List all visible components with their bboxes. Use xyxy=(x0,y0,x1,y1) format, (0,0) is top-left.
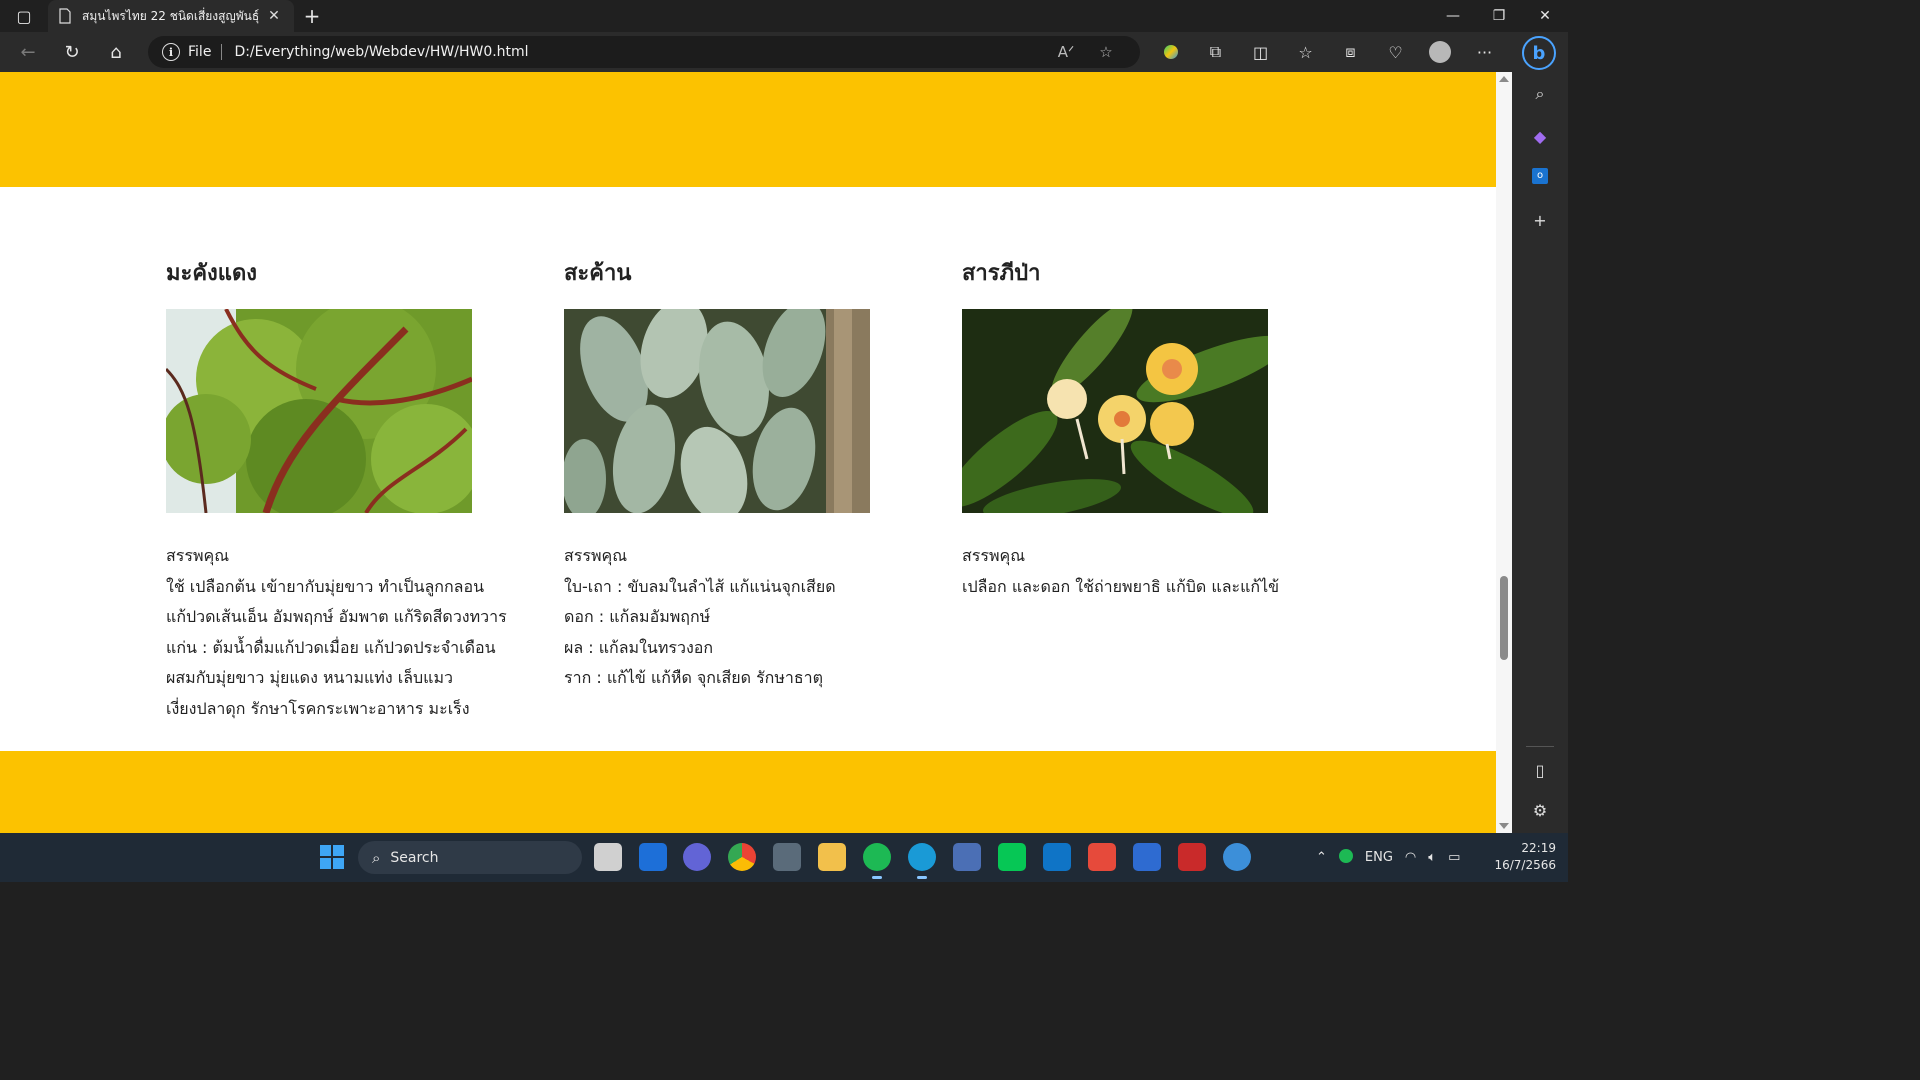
spotify-tray-icon[interactable] xyxy=(1338,848,1353,867)
task-view-icon[interactable] xyxy=(594,843,622,871)
spotify-icon[interactable] xyxy=(863,843,891,879)
close-window-button[interactable]: ✕ xyxy=(1522,0,1568,32)
system-tray: ⌃ ENG ◠ 🔈︎ ▭ xyxy=(1310,833,1466,882)
extension-color-icon[interactable] xyxy=(1148,36,1193,68)
line-icon[interactable] xyxy=(998,843,1026,871)
clock[interactable]: 22:19 16/7/2566 xyxy=(1486,840,1556,874)
battery-icon[interactable]: ▭ xyxy=(1448,850,1460,865)
bing-copilot-icon[interactable]: b xyxy=(1522,36,1556,70)
benefit-heading: สรรพคุณ xyxy=(564,546,628,565)
benefit-line: ใช้ เปลือกต้น เข้ายากับมุ่ยขาว ทำเป็นลูก… xyxy=(166,576,485,596)
document-icon xyxy=(58,8,72,24)
herb-photo xyxy=(166,309,472,513)
herb-photo xyxy=(564,309,870,513)
benefit-line: ราก : แก้ไข้ แก้หืด จุกเสียด รักษาธาตุ xyxy=(564,668,824,687)
refresh-button[interactable]: ↻ xyxy=(50,36,94,68)
benefit-line: ใบ-เถา : ขับลมในลำไส้ แก้แน่นจุกเสียด xyxy=(564,576,836,596)
chevron-up-icon[interactable]: ⌃ xyxy=(1316,850,1327,865)
browser-tab[interactable]: สมุนไพรไทย 22 ชนิดเสี่ยงสูญพันธุ์ ✕ xyxy=(48,0,294,32)
profile-avatar[interactable] xyxy=(1429,41,1451,63)
benefit-line: ผล : แก้ลมในทรวงอก xyxy=(564,637,714,657)
benefit-heading: สรรพคุณ xyxy=(166,546,230,565)
page-scrollbar[interactable] xyxy=(1496,72,1512,833)
favorites-icon[interactable]: ☆ xyxy=(1283,36,1328,68)
tab-close-icon[interactable]: ✕ xyxy=(264,8,284,24)
copilot-icon[interactable]: ◆ xyxy=(1528,124,1552,148)
minimize-button[interactable]: — xyxy=(1430,0,1476,32)
browser-essentials-icon[interactable]: ♡ xyxy=(1373,36,1418,68)
scroll-down-icon[interactable] xyxy=(1499,823,1509,829)
restore-button[interactable]: ❐ xyxy=(1476,0,1522,32)
info-icon[interactable]: i xyxy=(162,43,180,61)
hide-sidebar-icon[interactable]: ▯ xyxy=(1528,758,1552,782)
herb-name: สารภีป่า xyxy=(962,261,1041,286)
footer-band xyxy=(0,751,1496,833)
edge-sidebar: ⌕ ◆ o + ▯ ⚙ xyxy=(1512,72,1568,833)
benefit-line: เงี่ยงปลาดุก รักษาโรคกระเพาะอาหาร มะเร็ง xyxy=(166,698,470,718)
taskbar: ⌕ Search ⌃ ENG ◠ 🔈︎ ▭ 22:19 16/7/2566 xyxy=(0,833,1568,882)
split-screen-icon[interactable]: ◫ xyxy=(1238,36,1283,68)
benefit-line: เปลือก และดอก ใช้ถ่ายพยาธิ แก้บิด และแก้… xyxy=(962,576,1280,596)
page-content: มะคังแดง สรรพคุณ ใช้ เปลือกต้น เข้ายากับ… xyxy=(0,72,1496,833)
scroll-up-icon[interactable] xyxy=(1499,76,1509,82)
app-icon[interactable] xyxy=(773,843,801,871)
sidebar-divider xyxy=(1526,746,1554,747)
new-tab-button[interactable]: + xyxy=(300,4,324,28)
header-band xyxy=(0,72,1496,187)
search-icon[interactable]: ⌕ xyxy=(1528,82,1552,106)
widgets-icon[interactable] xyxy=(639,843,667,871)
address-separator xyxy=(221,44,223,60)
collections-icon[interactable]: ⧈ xyxy=(1328,36,1373,68)
herb-card-1: มะคังแดง สรรพคุณ ใช้ เปลือกต้น เข้ายากับ… xyxy=(166,255,546,724)
benefit-line: ผสมกับมุ่ยขาว มุ่ยแดง หนามแท่ง เล็บแมว xyxy=(166,668,454,687)
herb-name: มะคังแดง xyxy=(166,261,257,286)
read-aloud-icon[interactable]: Aᐟ xyxy=(1046,43,1086,61)
address-url[interactable]: D:/Everything/web/Webdev/HW/HW0.html xyxy=(234,44,1046,60)
extensions-icon[interactable]: ⧉ xyxy=(1193,36,1238,68)
benefit-heading: สรรพคุณ xyxy=(962,546,1026,565)
back-button[interactable]: ← xyxy=(6,36,50,68)
dev-cpp-icon[interactable] xyxy=(1178,843,1206,871)
herb-photo xyxy=(962,309,1268,513)
home-button[interactable]: ⌂ xyxy=(94,36,138,68)
herb-card-3: สารภีป่า สรรพคุณ เปลือก และดอก ใช้ถ่ายพย… xyxy=(962,255,1342,602)
address-bar[interactable]: i File D:/Everything/web/Webdev/HW/HW0.h… xyxy=(148,36,1140,68)
language-indicator[interactable]: ENG xyxy=(1365,850,1393,865)
taskbar-search[interactable]: ⌕ Search xyxy=(358,841,582,874)
search-icon: ⌕ xyxy=(372,848,381,867)
clock-date: 16/7/2566 xyxy=(1494,858,1556,872)
tab-actions-icon[interactable]: ▢ xyxy=(0,0,48,32)
file-explorer-icon[interactable] xyxy=(818,843,846,871)
app-icon[interactable] xyxy=(1088,843,1116,871)
search-label: Search xyxy=(390,849,439,866)
app-icon[interactable] xyxy=(1133,843,1161,871)
add-sidebar-app-icon[interactable]: + xyxy=(1528,208,1552,232)
benefit-line: แก่น : ต้มน้ำดื่มแก้ปวดเมื่อย แก้ปวดประจ… xyxy=(166,637,496,657)
vscode-icon[interactable] xyxy=(1043,843,1071,871)
outlook-icon[interactable]: o xyxy=(1528,164,1552,188)
edge-icon[interactable] xyxy=(908,843,936,879)
scroll-thumb[interactable] xyxy=(1500,576,1508,660)
settings-gear-icon[interactable]: ⚙ xyxy=(1528,798,1552,822)
address-scheme: File xyxy=(188,44,212,60)
wifi-icon[interactable]: ◠ xyxy=(1405,850,1416,865)
app-icon[interactable] xyxy=(1223,843,1251,871)
teams-chat-icon[interactable] xyxy=(683,843,711,871)
herb-name: สะค้าน xyxy=(564,261,632,286)
title-bar: ▢ สมุนไพรไทย 22 ชนิดเสี่ยงสูญพันธุ์ ✕ + … xyxy=(0,0,1568,32)
windows-start-icon[interactable] xyxy=(320,845,344,869)
chrome-icon[interactable] xyxy=(728,843,756,871)
benefit-line: ดอก : แก้ลมอัมพฤกษ์ xyxy=(564,607,711,626)
tab-title: สมุนไพรไทย 22 ชนิดเสี่ยงสูญพันธุ์ xyxy=(82,8,260,23)
clock-time: 22:19 xyxy=(1521,841,1556,855)
volume-icon[interactable]: 🔈︎ xyxy=(1428,850,1436,865)
favorite-star-icon[interactable]: ☆ xyxy=(1086,43,1126,61)
benefit-line: แก้ปวดเส้นเอ็น อัมพฤกษ์ อัมพาต แก้ริดสีด… xyxy=(166,607,507,626)
herb-card-2: สะค้าน สรรพคุณ ใบ-เถา : ขับลมในลำไส้ แก้… xyxy=(564,255,944,694)
more-menu-icon[interactable]: ··· xyxy=(1462,36,1507,68)
app-icon[interactable] xyxy=(953,843,981,871)
